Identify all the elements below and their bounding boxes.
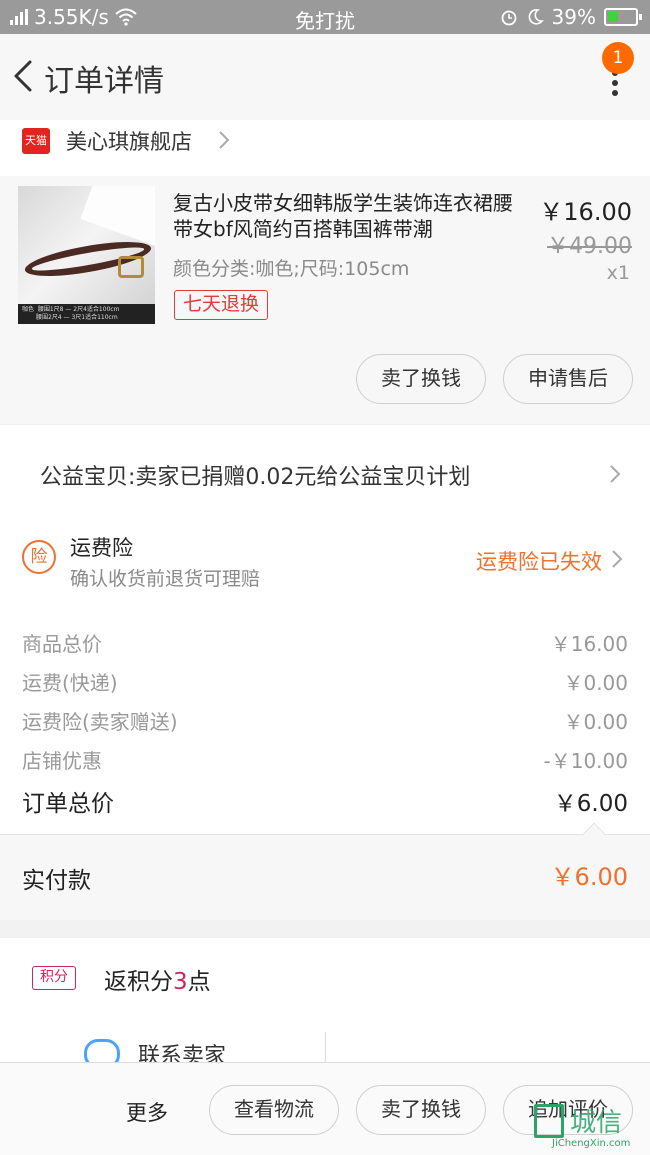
after-sales-button[interactable]: 申请售后	[503, 354, 633, 404]
cost-label: 运费(快递)	[22, 671, 118, 695]
charity-text: 公益宝贝:卖家已捐赠0.02元给公益宝贝计划	[40, 465, 471, 490]
caption-color: 咖色	[22, 306, 35, 313]
divider	[325, 1032, 326, 1062]
points-count: 3	[173, 969, 188, 995]
shop-row[interactable]: 天猫 美心琪旗舰店	[0, 120, 650, 176]
cost-value: ￥0.00	[563, 671, 628, 695]
view-logistics-button[interactable]: 查看物流	[209, 1085, 339, 1135]
points-suffix: 点	[187, 969, 211, 995]
insurance-icon: 险	[22, 540, 56, 574]
product-price: ￥16.00	[539, 198, 632, 226]
moon-icon	[528, 9, 544, 25]
insurance-title: 运费险	[70, 536, 133, 560]
cost-label: 运费险(卖家赠送)	[22, 710, 178, 734]
points-prefix: 返积分	[104, 969, 173, 995]
insurance-subtitle: 确认收货前退货可理赔	[70, 568, 261, 590]
order-total-label: 订单总价	[22, 791, 114, 817]
back-arrow-icon[interactable]	[8, 56, 38, 96]
chevron-right-icon	[610, 465, 621, 483]
notification-badge: 1	[602, 42, 634, 74]
product-title: 复古小皮带女细韩版学生装饰连衣裙腰带女bf风简约百搭韩国裤带潮	[173, 191, 513, 241]
cost-row-insurance: 运费险(卖家赠送) ￥0.00	[22, 706, 628, 742]
cost-label: 店铺优惠	[22, 749, 102, 773]
order-total-row: 订单总价 ￥6.00	[22, 784, 628, 820]
more-button[interactable]: 更多	[126, 1097, 168, 1127]
watermark-logo: 城信 JiChengXin.com	[534, 1102, 644, 1152]
cost-label: 商品总价	[22, 632, 102, 656]
alarm-icon	[501, 10, 516, 26]
status-bar: 3.55K/s 免打扰 39%	[0, 0, 650, 34]
battery-fill	[608, 12, 618, 22]
caption-size-2: 腰围2尺4 — 3尺1适合110cm	[36, 314, 118, 321]
points-badge: 积分	[32, 966, 76, 990]
points-text: 返积分3点	[104, 962, 211, 996]
points-section: 积分 返积分3点 联系卖家	[0, 938, 650, 1069]
order-total-value: ￥6.00	[553, 791, 628, 817]
sell-button[interactable]: 卖了换钱	[356, 1085, 486, 1135]
cost-value: ￥16.00	[550, 632, 628, 656]
cost-row-discount: 店铺优惠 -￥10.00	[22, 745, 628, 781]
nav-bar: 订单详情 1	[0, 34, 650, 120]
product-quantity: x1	[606, 262, 630, 284]
cost-value: ￥0.00	[563, 710, 628, 734]
chevron-right-icon	[612, 550, 623, 568]
product-card[interactable]: 咖色 腰围1尺8 — 2尺4适合100cm 腰围2尺4 — 3尺1适合110cm…	[0, 176, 650, 424]
cost-row-subtotal: 商品总价 ￥16.00	[22, 628, 628, 664]
cost-row-shipping: 运费(快递) ￥0.00	[22, 667, 628, 703]
cost-breakdown: 商品总价 ￥16.00 运费(快递) ￥0.00 运费险(卖家赠送) ￥0.00…	[0, 606, 650, 834]
sell-button[interactable]: 卖了换钱	[356, 354, 486, 404]
product-image-caption: 咖色 腰围1尺8 — 2尺4适合100cm 腰围2尺4 — 3尺1适合110cm	[18, 304, 155, 324]
battery-percent: 39%	[551, 5, 596, 29]
shipping-insurance-row[interactable]: 险 运费险 确认收货前退货可理赔 运费险已失效	[0, 520, 650, 606]
shop-name: 美心琪旗舰店	[66, 130, 192, 154]
product-spec: 颜色分类:咖色;尺码:105cm	[173, 258, 410, 280]
product-original-price: ￥49.00	[547, 234, 632, 259]
caption-size-1: 腰围1尺8 — 2尺4适合100cm	[37, 306, 120, 313]
insurance-status: 运费险已失效	[476, 550, 602, 574]
watermark-url: JiChengXin.com	[552, 1138, 631, 1149]
paid-label: 实付款	[22, 868, 91, 894]
battery-icon	[604, 8, 642, 26]
paid-row: 实付款 ￥6.00	[0, 822, 650, 920]
product-image[interactable]: 咖色 腰围1尺8 — 2尺4适合100cm 腰围2尺4 — 3尺1适合110cm	[18, 186, 155, 324]
charity-row[interactable]: 公益宝贝:卖家已捐赠0.02元给公益宝贝计划	[0, 424, 650, 520]
paid-value: ￥6.00	[550, 863, 628, 891]
page-title: 订单详情	[44, 64, 164, 99]
tmall-logo: 天猫	[22, 128, 50, 154]
cost-value: -￥10.00	[543, 749, 628, 773]
return-policy-tag: 七天退换	[174, 290, 269, 320]
chevron-right-icon	[219, 131, 230, 149]
watermark-text: 城信	[570, 1108, 623, 1138]
